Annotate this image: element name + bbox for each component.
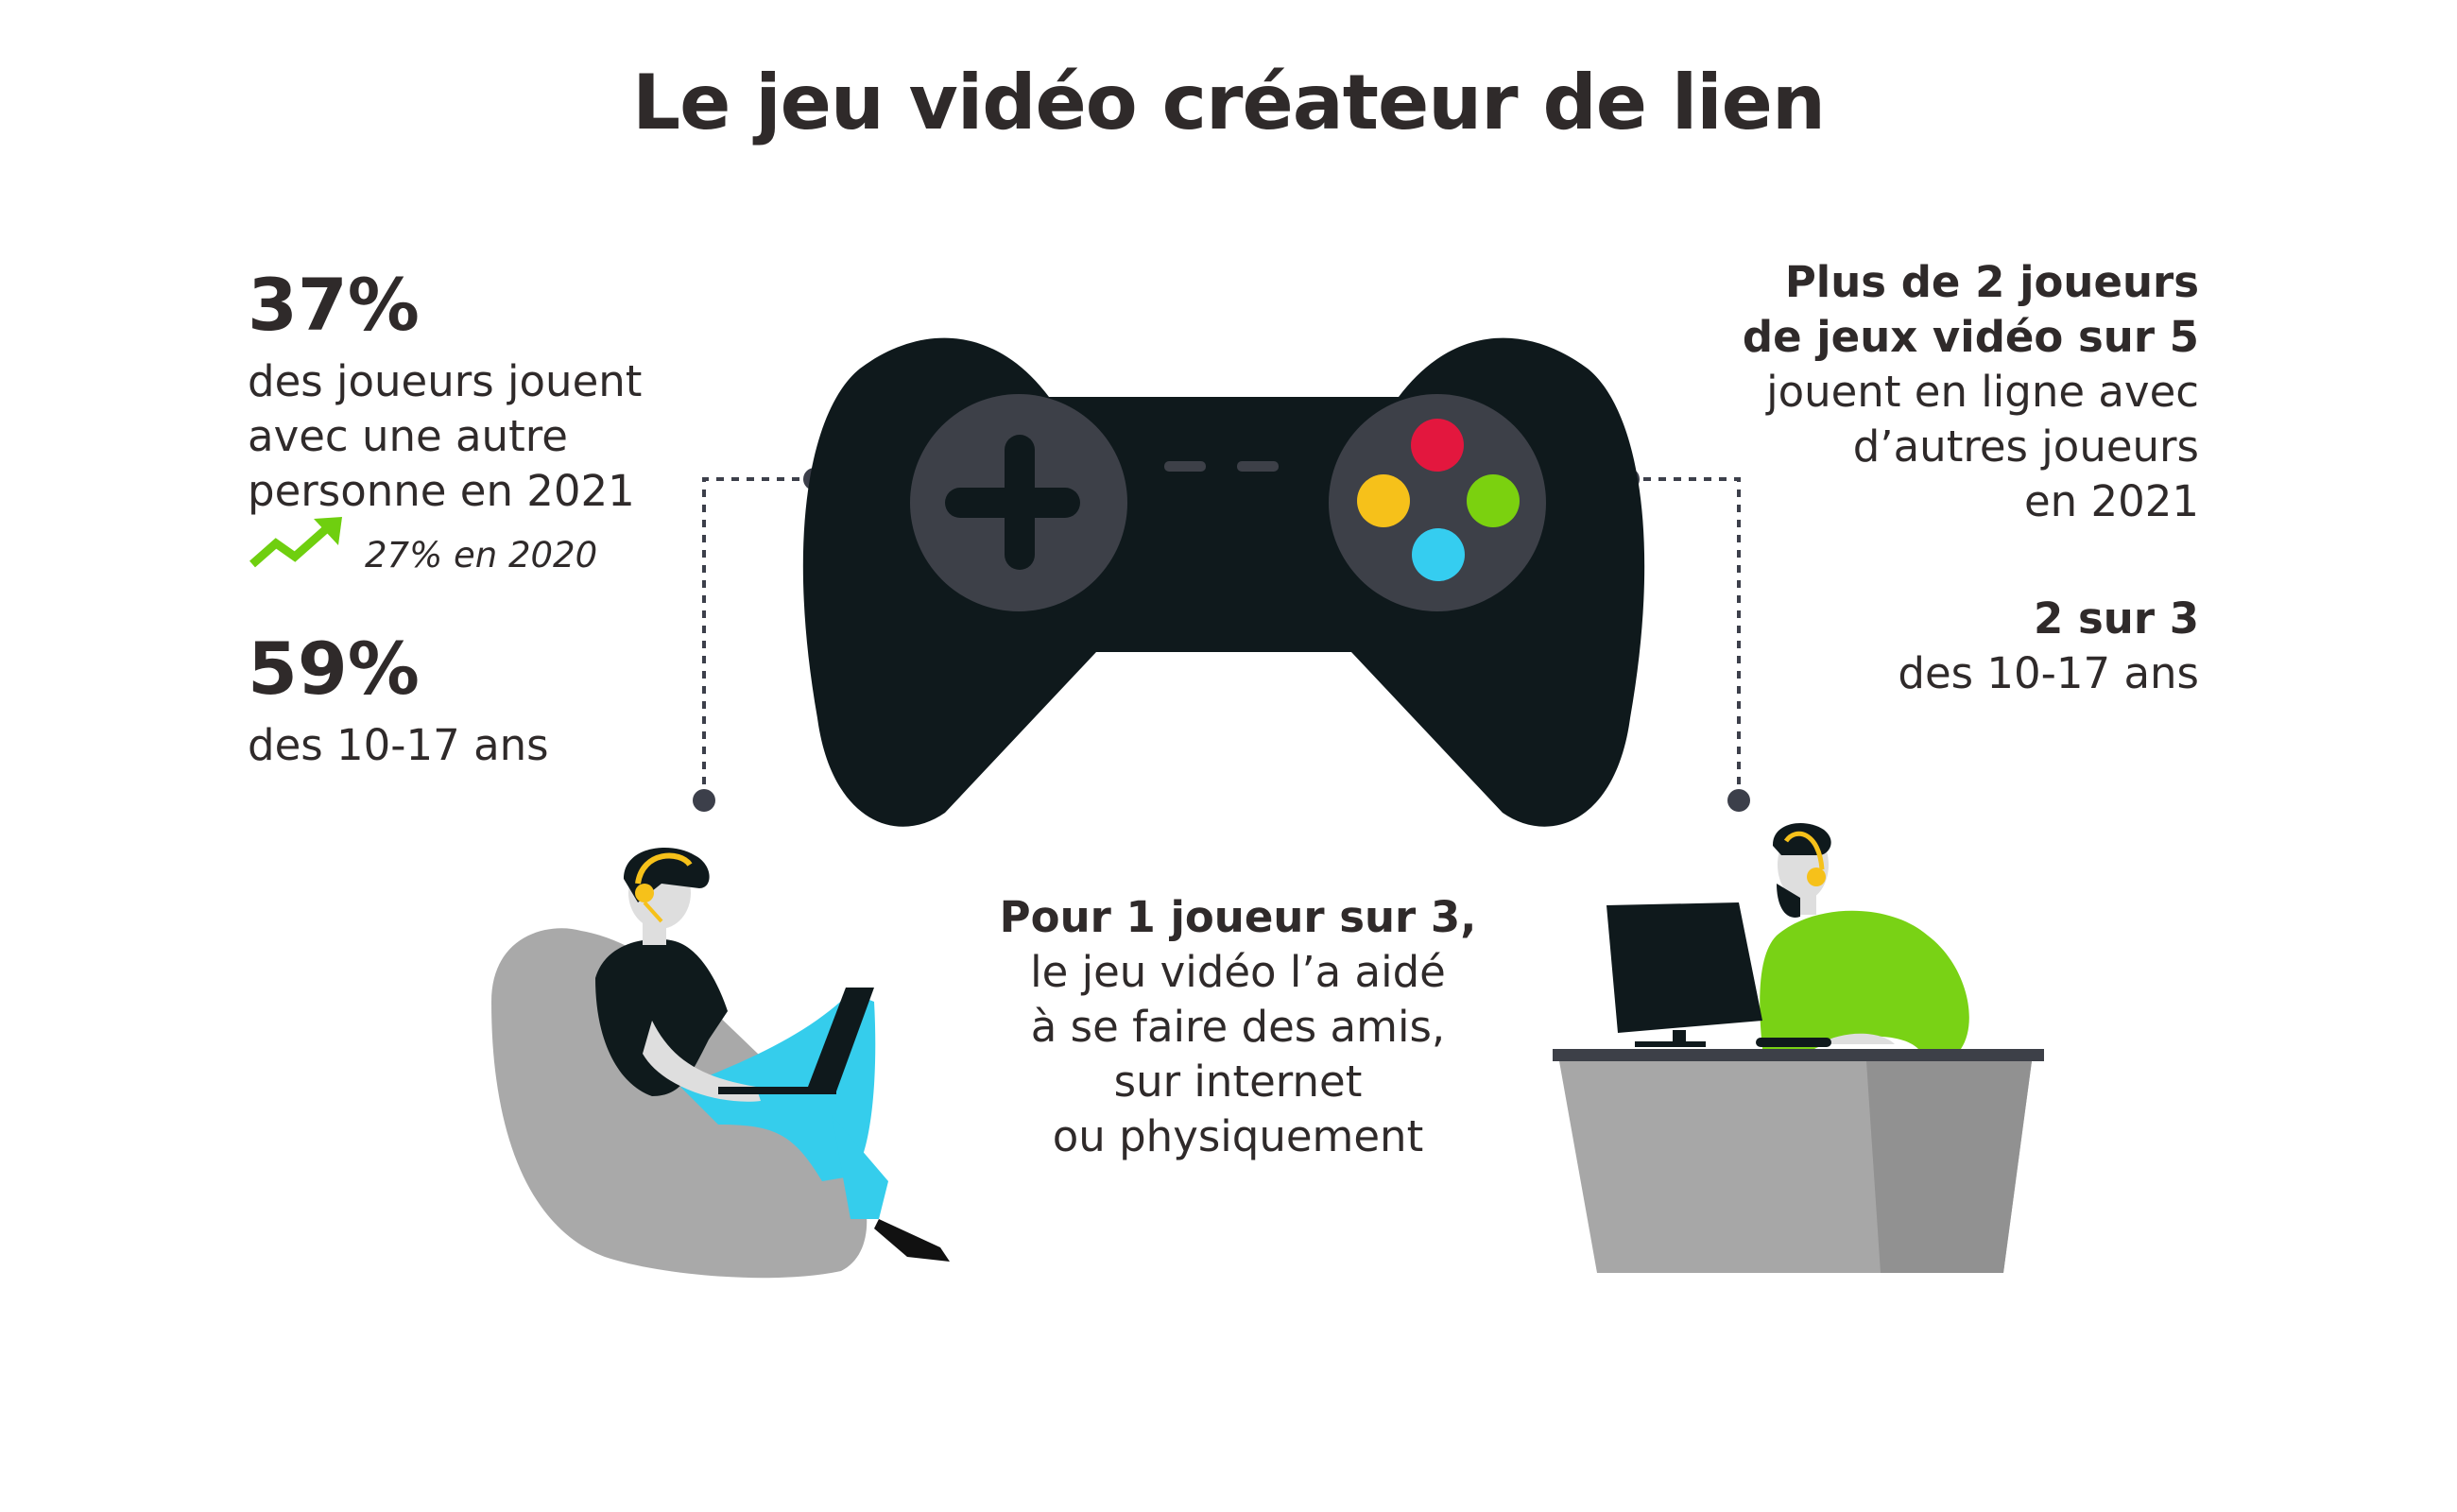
gamepad-icon [802,337,1645,827]
gamer-on-beanbag-illustration [491,848,950,1279]
laptop-base [718,1087,836,1094]
monitor-stand [1635,1041,1706,1047]
dpad-horizontal [945,488,1080,518]
mouse-keyboard [1756,1038,1831,1047]
green-shirt [1760,910,1969,1049]
shoe [874,1219,950,1262]
desk-top [1553,1049,2044,1061]
monitor [1606,902,1762,1033]
button-red [1411,419,1464,472]
start-button [1237,461,1279,472]
button-green [1467,474,1520,527]
button-yellow [1357,474,1410,527]
headset [635,884,654,902]
button-blue [1412,528,1465,581]
headset [1807,868,1826,886]
illustration-canvas [491,337,2044,1279]
gamer-at-desk-illustration [1553,823,2044,1273]
select-button [1164,461,1206,472]
hair [1772,823,1831,855]
